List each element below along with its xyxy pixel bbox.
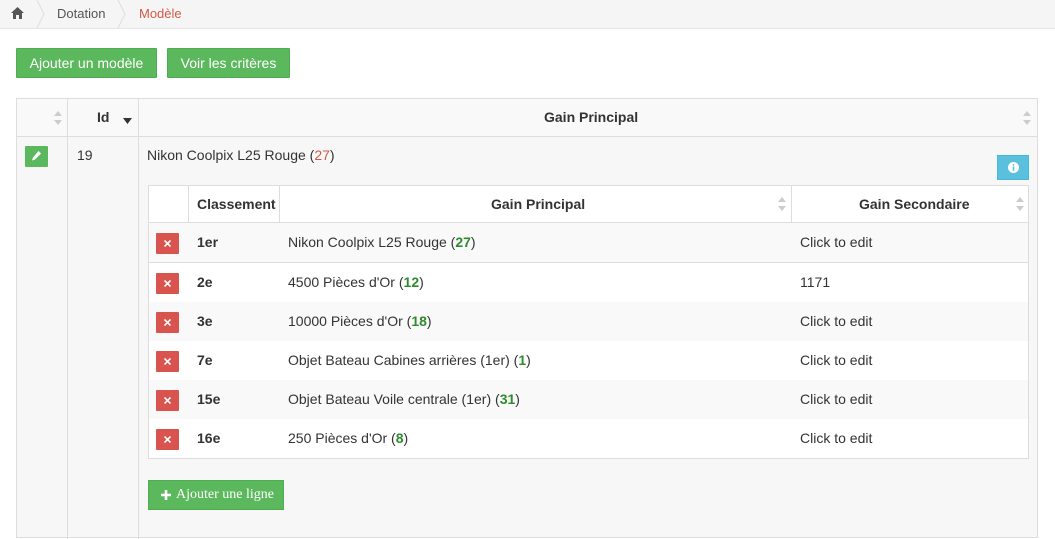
gain-principal-cell: Objet Bateau Voile centrale (1er) (31) xyxy=(288,391,520,407)
rank-cell: 7e xyxy=(197,352,213,368)
close-icon xyxy=(164,436,171,443)
home-icon[interactable] xyxy=(11,7,24,19)
gain-name: Nikon Coolpix L25 Rouge xyxy=(147,147,306,163)
table-row: 16e 250 Pièces d'Or (8) Click to edit xyxy=(149,419,1028,458)
table-row: 1er Nikon Coolpix L25 Rouge (27) Click t… xyxy=(149,223,1028,263)
add-line-label: Ajouter une ligne xyxy=(176,487,274,502)
gain-name: 10000 Pièces d'Or xyxy=(288,313,403,329)
close-icon xyxy=(164,280,171,287)
gain-secondaire-cell[interactable]: 1171 xyxy=(800,274,830,290)
delete-button[interactable] xyxy=(156,351,179,372)
sort-icon[interactable] xyxy=(1023,111,1031,125)
sort-icon[interactable] xyxy=(54,111,62,125)
gain-name: Nikon Coolpix L25 Rouge xyxy=(288,234,447,250)
gain-count: 31 xyxy=(499,391,516,407)
delete-button[interactable] xyxy=(156,312,179,333)
delete-button[interactable] xyxy=(156,390,179,411)
close-icon xyxy=(164,358,171,365)
sort-icon[interactable] xyxy=(778,197,786,211)
gain-count: 8 xyxy=(395,430,404,446)
rank-cell: 16e xyxy=(197,430,221,446)
column-header-id[interactable]: Id xyxy=(97,109,109,125)
delete-button[interactable] xyxy=(156,273,179,294)
gain-name: Objet Bateau Voile centrale (1er) xyxy=(288,391,492,407)
table-row: 2e 4500 Pièces d'Or (12) 1171 xyxy=(149,263,1028,303)
info-button[interactable] xyxy=(997,155,1029,180)
column-header-gain-principal[interactable]: Gain Principal xyxy=(544,109,638,125)
models-table: Id Gain Principal 19 Nikon Coolpix L25 R… xyxy=(16,98,1038,539)
gain-secondaire-cell[interactable]: Click to edit xyxy=(800,391,872,407)
info-icon xyxy=(1008,162,1019,173)
pencil-icon xyxy=(32,151,41,161)
sort-icon[interactable] xyxy=(1016,197,1024,211)
row-id: 19 xyxy=(77,147,93,163)
table-row: 3e 10000 Pièces d'Or (18) Click to edit xyxy=(149,302,1028,342)
delete-button[interactable] xyxy=(156,233,179,254)
gain-secondaire-cell[interactable]: Click to edit xyxy=(800,430,872,446)
sort-desc-icon[interactable] xyxy=(123,118,132,124)
rank-cell: 3e xyxy=(197,313,213,329)
column-header-gain-principal[interactable]: Gain Principal xyxy=(491,196,585,212)
breadcrumb-item-dotation[interactable]: Dotation xyxy=(57,6,105,21)
gain-name: Objet Bateau Cabines arrières (1er) xyxy=(288,352,510,368)
gain-count: 18 xyxy=(411,313,427,329)
gain-principal-cell: 250 Pièces d'Or (8) xyxy=(288,430,409,446)
column-header-classement[interactable]: Classement xyxy=(197,196,276,212)
gain-principal-cell: 4500 Pièces d'Or (12) xyxy=(288,274,424,290)
delete-button[interactable] xyxy=(156,429,179,450)
column-header-gain-secondaire[interactable]: Gain Secondaire xyxy=(859,196,969,212)
gain-principal-cell: Nikon Coolpix L25 Rouge (27) xyxy=(288,234,476,250)
gain-count: 27 xyxy=(314,147,330,163)
column-divider xyxy=(67,99,68,539)
rank-cell: 2e xyxy=(197,274,213,290)
gain-name: 250 Pièces d'Or xyxy=(288,430,388,446)
models-table-header: Id Gain Principal xyxy=(17,99,1037,137)
gain-secondaire-cell[interactable]: Click to edit xyxy=(800,313,872,329)
table-row: 7e Objet Bateau Cabines arrières (1er) (… xyxy=(149,341,1028,381)
rank-cell: 15e xyxy=(197,391,221,407)
gain-count: 12 xyxy=(403,274,420,290)
view-criteria-button[interactable]: Voir les critères xyxy=(167,48,290,78)
add-model-button[interactable]: Ajouter un modèle xyxy=(16,48,157,78)
breadcrumb-separator xyxy=(117,0,126,28)
close-icon xyxy=(164,397,171,404)
gain-name: 4500 Pièces d'Or xyxy=(288,274,395,290)
add-line-button[interactable]: Ajouter une ligne xyxy=(148,480,284,510)
gain-secondaire-cell[interactable]: Click to edit xyxy=(800,234,872,250)
breadcrumb: Dotation Modèle xyxy=(0,0,1055,29)
close-icon xyxy=(164,240,171,247)
gain-count: 1 xyxy=(518,352,527,368)
ranking-table-header: Classement Gain Principal Gain Secondair… xyxy=(149,186,1028,223)
column-divider xyxy=(138,99,139,539)
ranking-table: Classement Gain Principal Gain Secondair… xyxy=(148,185,1029,459)
row-gain-principal: Nikon Coolpix L25 Rouge (27) xyxy=(147,147,335,163)
plus-icon xyxy=(161,490,171,500)
gain-secondaire-cell[interactable]: Click to edit xyxy=(800,352,872,368)
breadcrumb-separator xyxy=(36,0,45,28)
table-row: 15e Objet Bateau Voile centrale (1er) (3… xyxy=(149,380,1028,420)
gain-principal-cell: Objet Bateau Cabines arrières (1er) (1) xyxy=(288,352,531,368)
close-icon xyxy=(164,319,171,326)
rank-cell: 1er xyxy=(197,234,219,250)
gain-count: 27 xyxy=(455,234,471,250)
breadcrumb-item-modele: Modèle xyxy=(139,6,182,21)
gain-principal-cell: 10000 Pièces d'Or (18) xyxy=(288,313,432,329)
edit-button[interactable] xyxy=(25,146,48,167)
